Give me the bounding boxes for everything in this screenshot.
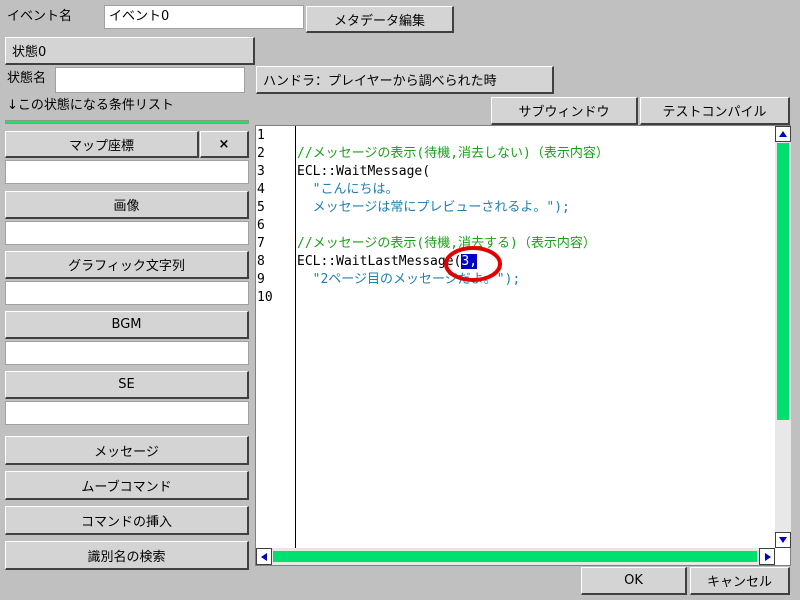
image-field[interactable] — [5, 221, 249, 245]
code-text: ECL::WaitLastMessage( — [297, 254, 462, 269]
state-name-input[interactable] — [55, 67, 245, 93]
code-line: ​ — [297, 217, 772, 235]
bgm-button[interactable]: BGM — [5, 311, 249, 339]
se-field[interactable] — [5, 401, 249, 425]
code-line-string: メッセージは常にプレビューされるよ。"); — [297, 200, 570, 215]
map-coords-button[interactable]: マップ座標 — [5, 131, 199, 158]
vertical-scrollbar[interactable] — [775, 126, 791, 548]
line-number-gutter: 1 2 3 4 5 6 7 8 9 10 — [257, 127, 293, 307]
line-number: 9 — [257, 272, 265, 287]
test-compile-button[interactable]: テストコンパイル — [640, 97, 790, 125]
event-name-input[interactable]: イベント0 — [104, 5, 304, 29]
code-line: ​ — [297, 127, 772, 145]
arrow-down-icon — [779, 537, 787, 543]
event-name-value: イベント0 — [109, 9, 170, 24]
line-number: 4 — [257, 182, 265, 197]
horizontal-scrollbar[interactable] — [256, 548, 775, 565]
annotation-circle-icon — [444, 246, 502, 282]
code-line-comment: //メッセージの表示(待機,消去する)（表示内容） — [297, 236, 596, 251]
arrow-right-icon — [765, 553, 771, 561]
scroll-up-button[interactable] — [775, 126, 791, 142]
code-line-comment: //メッセージの表示(待機,消去しない)（表示内容） — [297, 146, 609, 161]
line-number: 6 — [257, 218, 265, 233]
message-button[interactable]: メッセージ — [5, 436, 249, 465]
line-number: 5 — [257, 200, 265, 215]
bgm-field[interactable] — [5, 341, 249, 365]
state-button[interactable]: 状態0 — [5, 37, 255, 65]
code-editor[interactable]: 1 2 3 4 5 6 7 8 9 10 ​ //メッセージの表示(待機,消去し… — [255, 125, 791, 566]
arrow-left-icon — [261, 553, 267, 561]
image-button[interactable]: 画像 — [5, 191, 249, 219]
line-number: 8 — [257, 254, 265, 269]
metadata-edit-button[interactable]: メタデータ編集 — [306, 6, 454, 33]
scroll-right-button[interactable] — [759, 548, 775, 565]
vertical-scroll-thumb[interactable] — [777, 143, 789, 420]
move-command-button[interactable]: ムーブコマンド — [5, 471, 249, 500]
ok-button[interactable]: OK — [581, 567, 687, 595]
line-number: 3 — [257, 164, 265, 179]
insert-command-button[interactable]: コマンドの挿入 — [5, 506, 249, 535]
line-number: 10 — [257, 290, 273, 305]
code-line: ​ — [297, 289, 772, 307]
close-icon: × — [218, 136, 230, 152]
code-line: ECL::WaitLastMessage(3, — [297, 253, 772, 271]
graphic-text-field[interactable] — [5, 281, 249, 305]
scroll-down-button[interactable] — [775, 532, 791, 548]
cancel-button[interactable]: キャンセル — [690, 567, 790, 595]
map-coords-field[interactable] — [5, 160, 249, 184]
subwindow-button[interactable]: サブウィンドウ — [491, 97, 638, 125]
line-number: 2 — [257, 146, 265, 161]
se-button[interactable]: SE — [5, 371, 249, 399]
arrow-up-icon — [779, 131, 787, 137]
close-condition-button[interactable]: × — [200, 131, 249, 158]
code-line-string: "こんにちは。 — [297, 182, 399, 197]
code-line: ECL::WaitMessage( — [297, 164, 431, 179]
gutter-divider — [295, 126, 296, 548]
handler-button[interactable]: ハンドラ：プレイヤーから調べられた時 — [256, 66, 554, 94]
horizontal-scroll-thumb[interactable] — [273, 551, 757, 562]
search-identifier-button[interactable]: 識別名の検索 — [5, 541, 249, 570]
graphic-text-button[interactable]: グラフィック文字列 — [5, 251, 249, 279]
scroll-left-button[interactable] — [256, 548, 272, 565]
code-line-string: "2ページ目のメッセージだよ。"); — [297, 272, 521, 287]
line-number: 1 — [257, 128, 265, 143]
state-name-label: 状態名 — [7, 71, 47, 86]
code-area[interactable]: ​ //メッセージの表示(待機,消去しない)（表示内容） ECL::WaitMe… — [297, 127, 772, 307]
line-number: 7 — [257, 236, 265, 251]
condition-list-label: ↓この状態になる条件リスト — [7, 98, 174, 113]
event-name-label: イベント名 — [7, 9, 73, 24]
condition-list-strip — [5, 120, 249, 124]
